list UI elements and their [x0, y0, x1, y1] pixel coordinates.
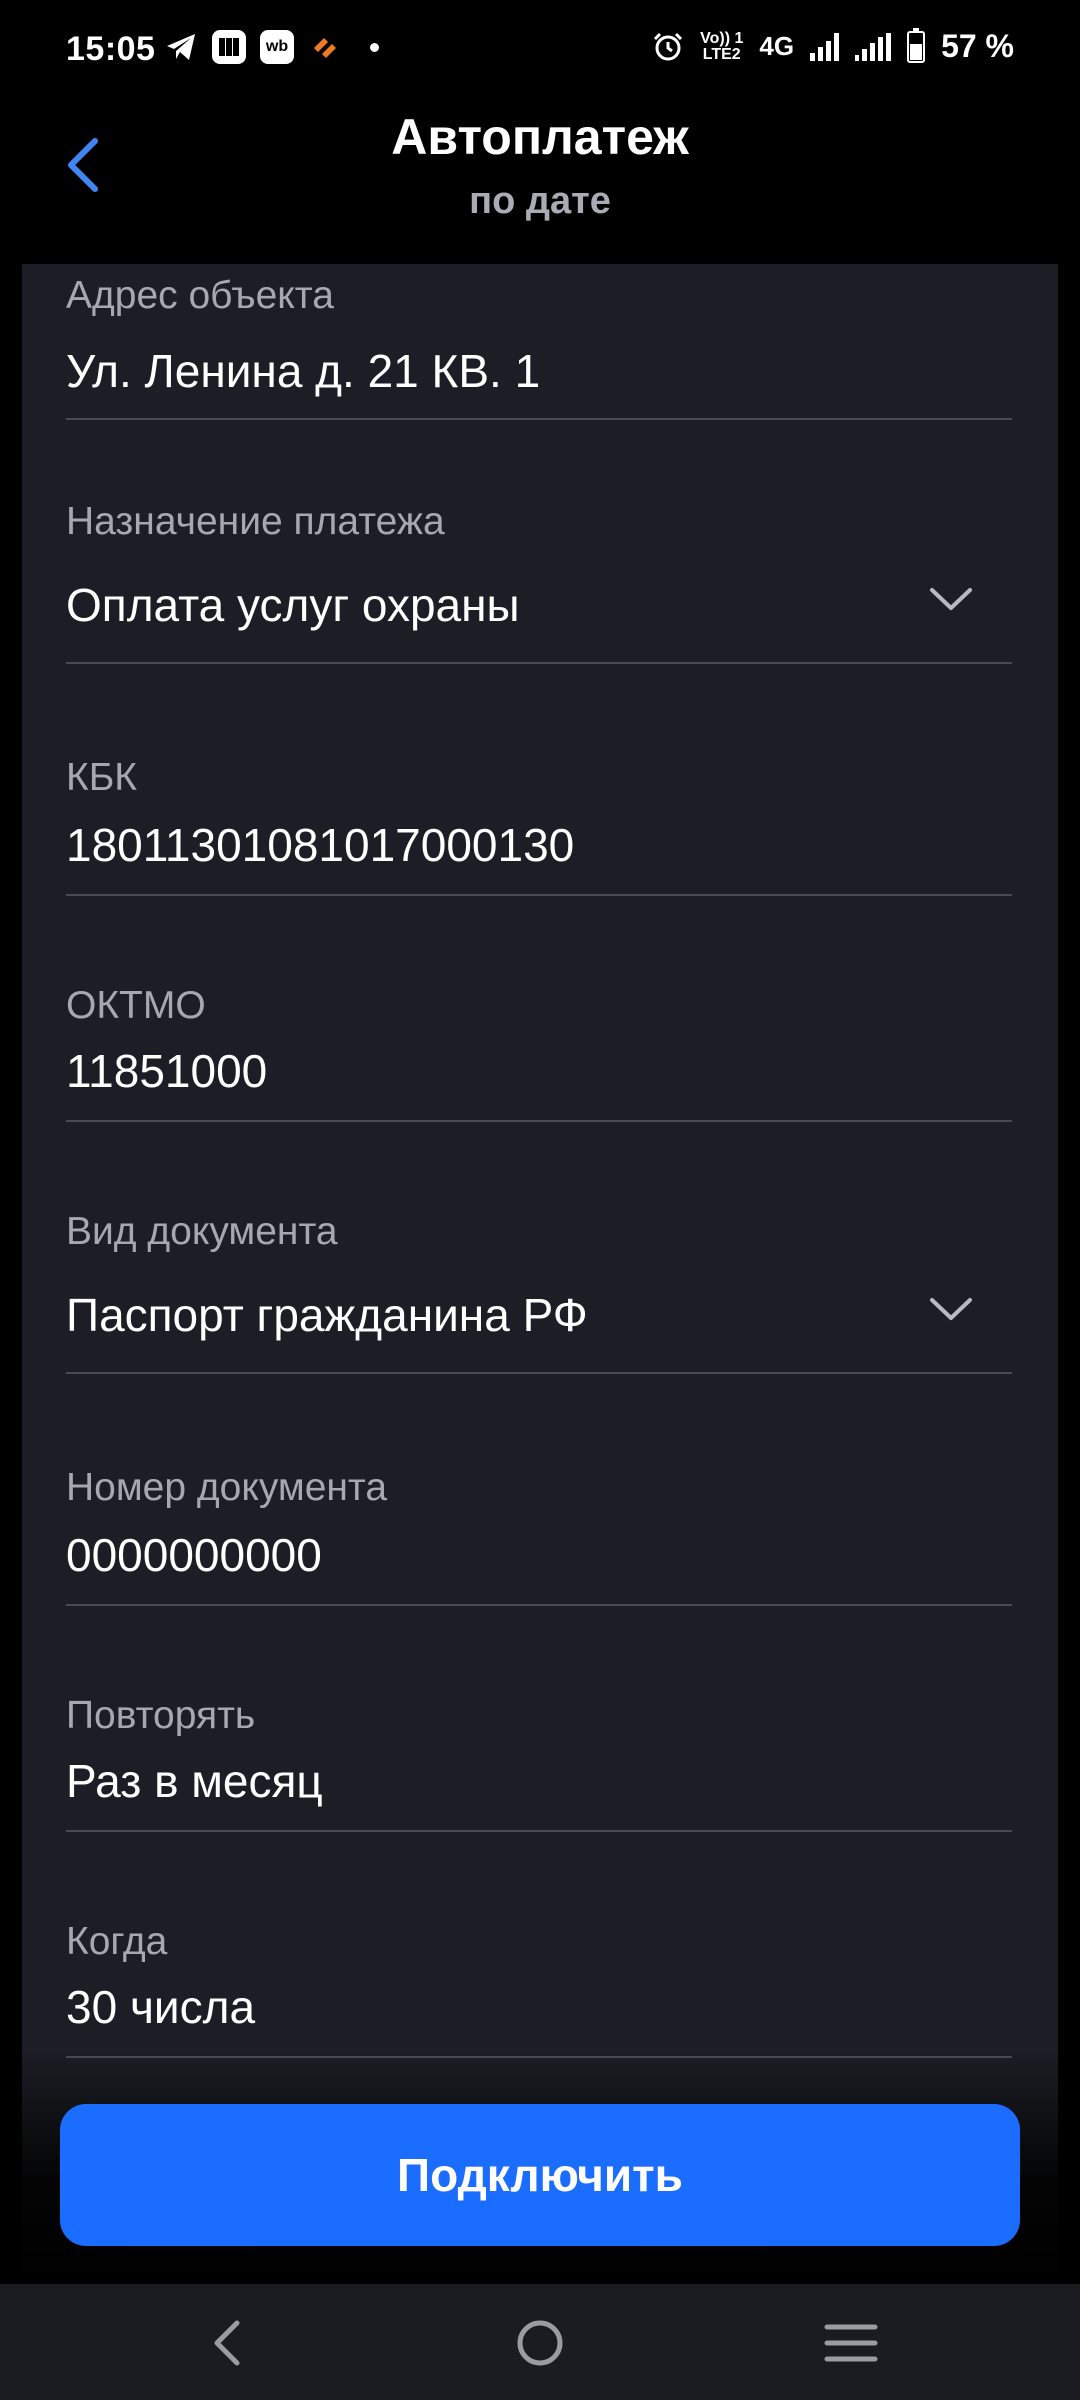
notification-icons: wb: [164, 30, 379, 64]
page-subtitle: по дате: [469, 180, 611, 222]
field-value: 11851000: [66, 1045, 268, 1097]
field-value: Ул. Ленина д. 21 КВ. 1: [66, 345, 541, 397]
status-bar: 15:05 wb Vo)) 1 LTE2 4G 57 %: [0, 0, 1080, 100]
app-header: Автоплатеж по дате: [0, 100, 1080, 264]
address-field[interactable]: Адрес объекта Ул. Ленина д. 21 КВ. 1: [66, 274, 1012, 420]
more-notifications-dot: [370, 42, 379, 52]
field-label: Вид документа: [66, 1210, 338, 1253]
system-status-icons: Vo)) 1 LTE2 4G 57 %: [652, 27, 1014, 65]
when-field[interactable]: Когда 30 числа: [66, 1920, 1012, 2058]
document-type-select[interactable]: Вид документа Паспорт гражданина РФ: [66, 1210, 1012, 1374]
field-value: Раз в месяц: [66, 1755, 323, 1807]
field-label: Адрес объекта: [66, 274, 334, 317]
field-value: 18011301081017000130: [66, 819, 575, 871]
chevron-down-icon: [930, 1298, 972, 1320]
home-circle-icon: [517, 2320, 563, 2366]
telegram-icon: [167, 34, 195, 60]
field-value: 0000000000: [66, 1529, 322, 1581]
field-label: Назначение платежа: [66, 500, 445, 543]
form-card: Адрес объекта Ул. Ленина д. 21 КВ. 1 Наз…: [22, 264, 1058, 2284]
news-app-icon: [212, 30, 246, 64]
field-label: Повторять: [66, 1694, 256, 1737]
battery-icon: [907, 27, 926, 63]
field-value: Оплата услуг охраны: [66, 579, 520, 631]
signal-icon-2: [855, 32, 892, 61]
kbk-field[interactable]: КБК 18011301081017000130: [66, 756, 1012, 896]
network-type: 4G: [759, 31, 795, 61]
field-label: Когда: [66, 1920, 168, 1963]
delivery-app-icon: [314, 38, 336, 58]
field-value: Паспорт гражданина РФ: [66, 1289, 588, 1341]
nav-back-button[interactable]: [192, 2308, 262, 2378]
field-label: КБК: [66, 756, 138, 799]
status-time: 15:05: [66, 30, 156, 68]
payment-purpose-select[interactable]: Назначение платежа Оплата услуг охраны: [66, 500, 1012, 664]
signal-icon: [810, 32, 840, 61]
field-value: 30 числа: [66, 1981, 256, 2033]
oktmo-field[interactable]: ОКТМО 11851000: [66, 984, 1012, 1122]
volte-icon: Vo)) 1 LTE2: [700, 29, 744, 63]
back-arrow-icon: [214, 2320, 240, 2366]
nav-home-button[interactable]: [505, 2308, 575, 2378]
alarm-icon: [654, 32, 683, 60]
navigation-bar: [0, 2284, 1080, 2400]
nav-menu-button[interactable]: [816, 2308, 886, 2378]
wildberries-icon: wb: [260, 30, 294, 64]
field-label: Номер документа: [66, 1466, 388, 1509]
page-title: Автоплатеж: [391, 109, 689, 165]
field-label: ОКТМО: [66, 984, 206, 1027]
chevron-down-icon: [930, 588, 972, 610]
battery-percent: 57 %: [941, 28, 1014, 64]
connect-button[interactable]: Подключить: [60, 2104, 1020, 2246]
menu-icon: [824, 2324, 878, 2362]
document-number-field[interactable]: Номер документа 0000000000: [66, 1466, 1012, 1606]
repeat-field[interactable]: Повторять Раз в месяц: [66, 1694, 1012, 1832]
